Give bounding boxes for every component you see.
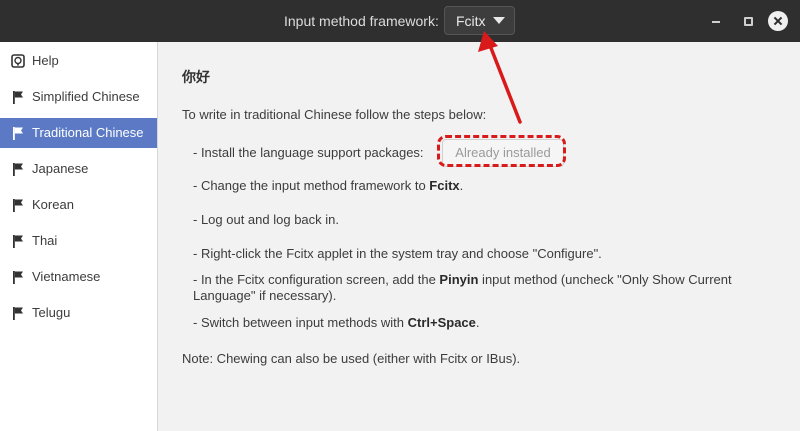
annotation-arrow bbox=[478, 31, 522, 124]
